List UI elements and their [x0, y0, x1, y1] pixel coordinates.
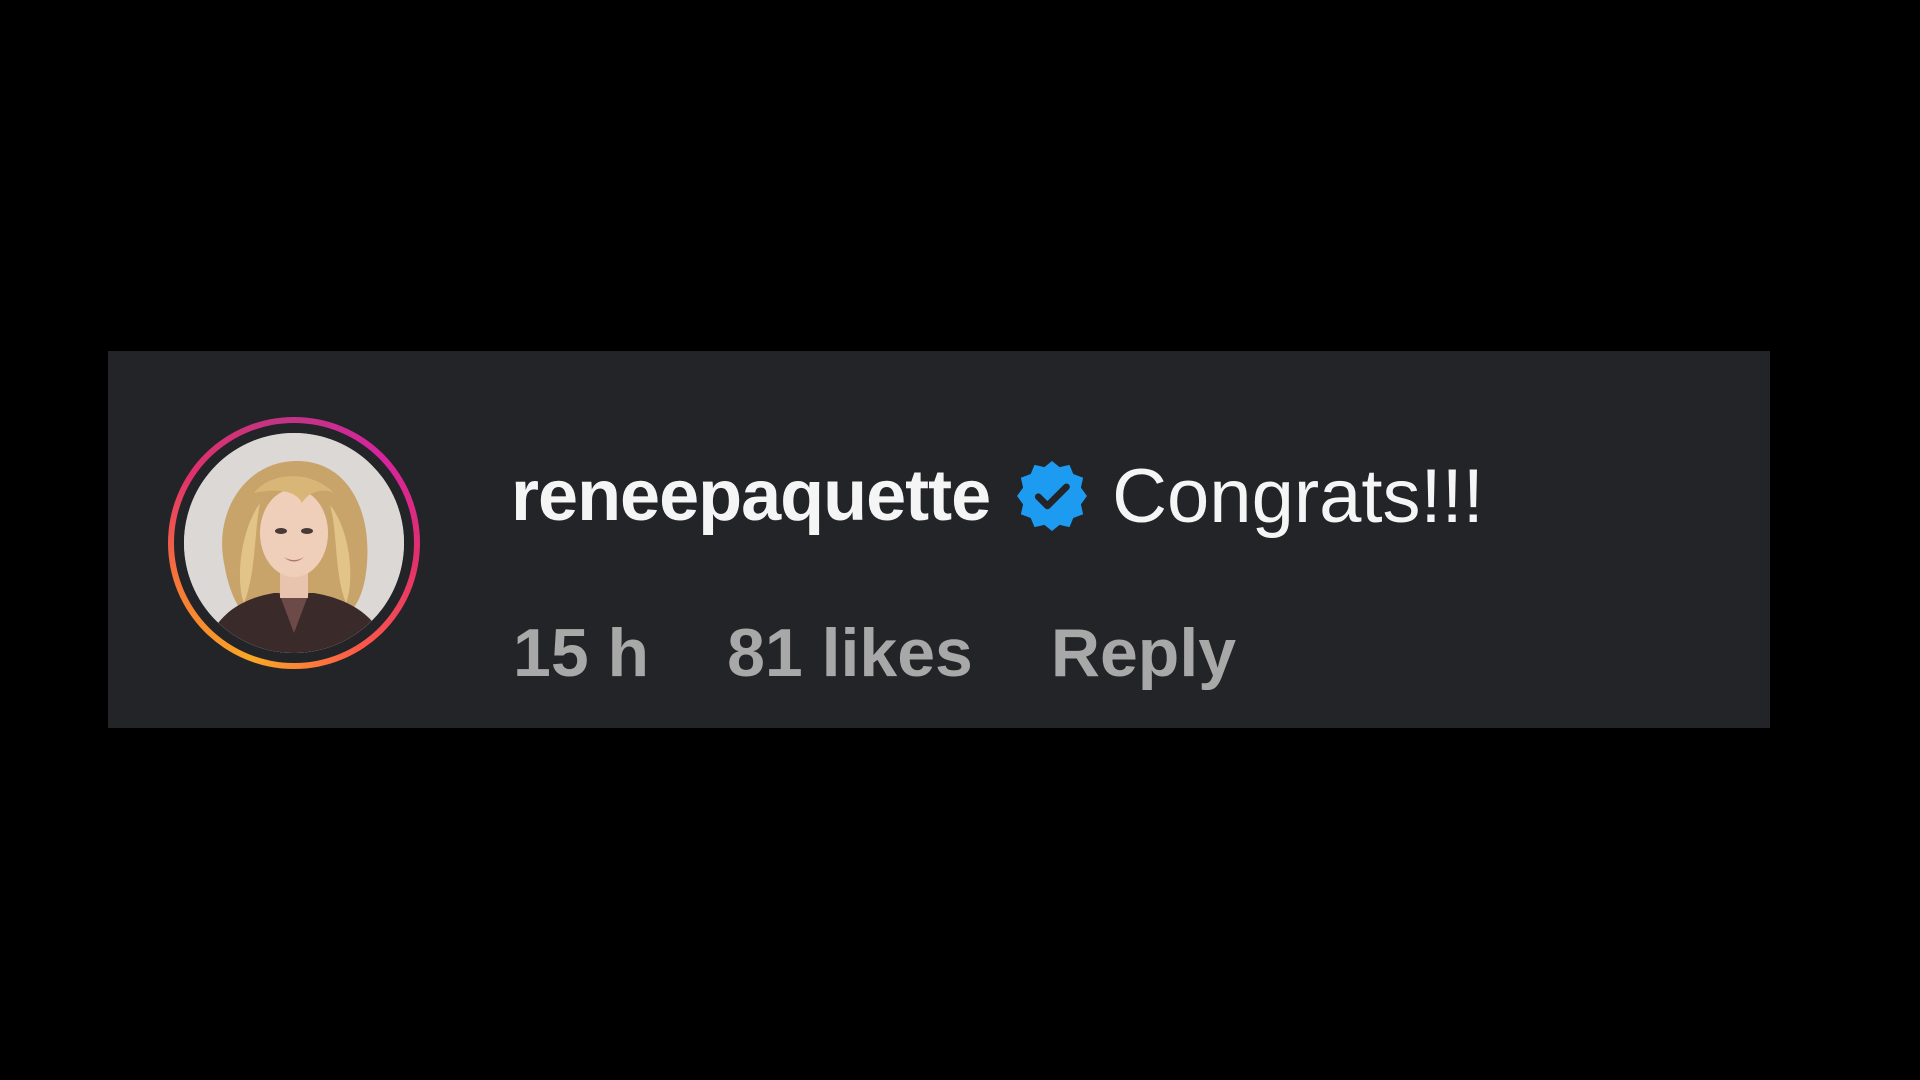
- comment-card: reneepaquette Congrats!!! 15 h 81 likes …: [108, 351, 1770, 728]
- timestamp[interactable]: 15 h: [513, 614, 649, 692]
- avatar-image: [184, 433, 404, 653]
- likes-count[interactable]: 81 likes: [727, 614, 973, 692]
- comment-header: reneepaquette Congrats!!!: [511, 451, 1484, 541]
- username-link[interactable]: reneepaquette: [511, 455, 991, 537]
- reply-button[interactable]: Reply: [1051, 614, 1236, 692]
- comment-meta: 15 h 81 likes Reply: [513, 613, 1236, 693]
- avatar[interactable]: [184, 433, 404, 653]
- screen: reneepaquette Congrats!!! 15 h 81 likes …: [0, 0, 1920, 1080]
- verified-badge-icon: [1014, 458, 1090, 534]
- comment-text: Congrats!!!: [1112, 453, 1484, 539]
- story-ring[interactable]: [168, 417, 420, 669]
